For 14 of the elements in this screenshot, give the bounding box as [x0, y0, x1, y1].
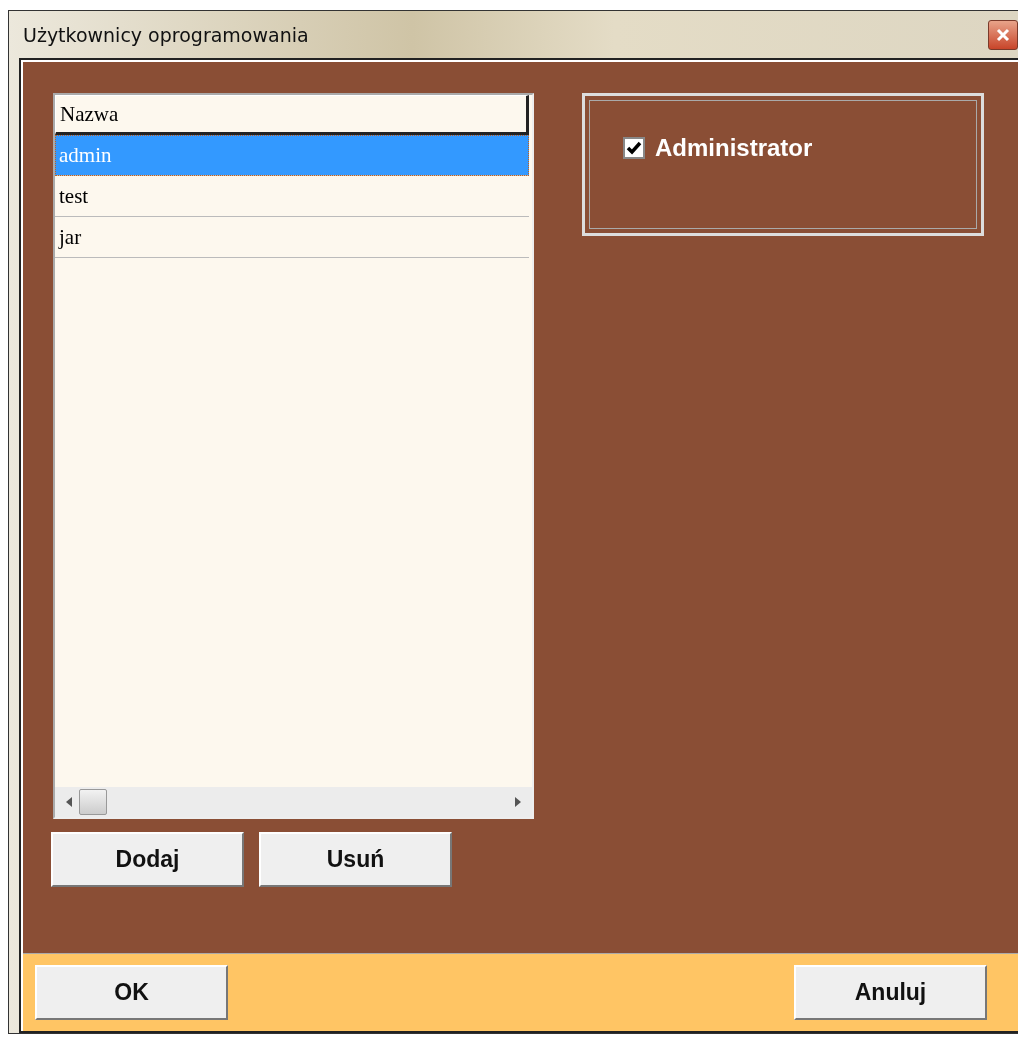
list-row[interactable]: test [55, 176, 529, 217]
dialog-button[interactable]: OK [35, 965, 228, 1020]
scroll-thumb[interactable] [79, 789, 107, 815]
window-title: Użytkownicy oprogramowania [23, 23, 309, 46]
dialog-button[interactable]: Anuluj [794, 965, 987, 1020]
horizontal-scrollbar[interactable] [55, 787, 532, 817]
checkbox-label[interactable]: Administrator [655, 134, 813, 162]
list-action-button[interactable]: Dodaj [51, 832, 244, 887]
close-icon[interactable] [988, 19, 1018, 50]
list-row[interactable]: jar [55, 217, 529, 258]
checkbox[interactable] [623, 137, 645, 159]
scroll-right-icon[interactable] [514, 796, 522, 808]
list-action-button[interactable]: Usuń [259, 832, 452, 887]
scroll-left-icon[interactable] [65, 796, 73, 808]
